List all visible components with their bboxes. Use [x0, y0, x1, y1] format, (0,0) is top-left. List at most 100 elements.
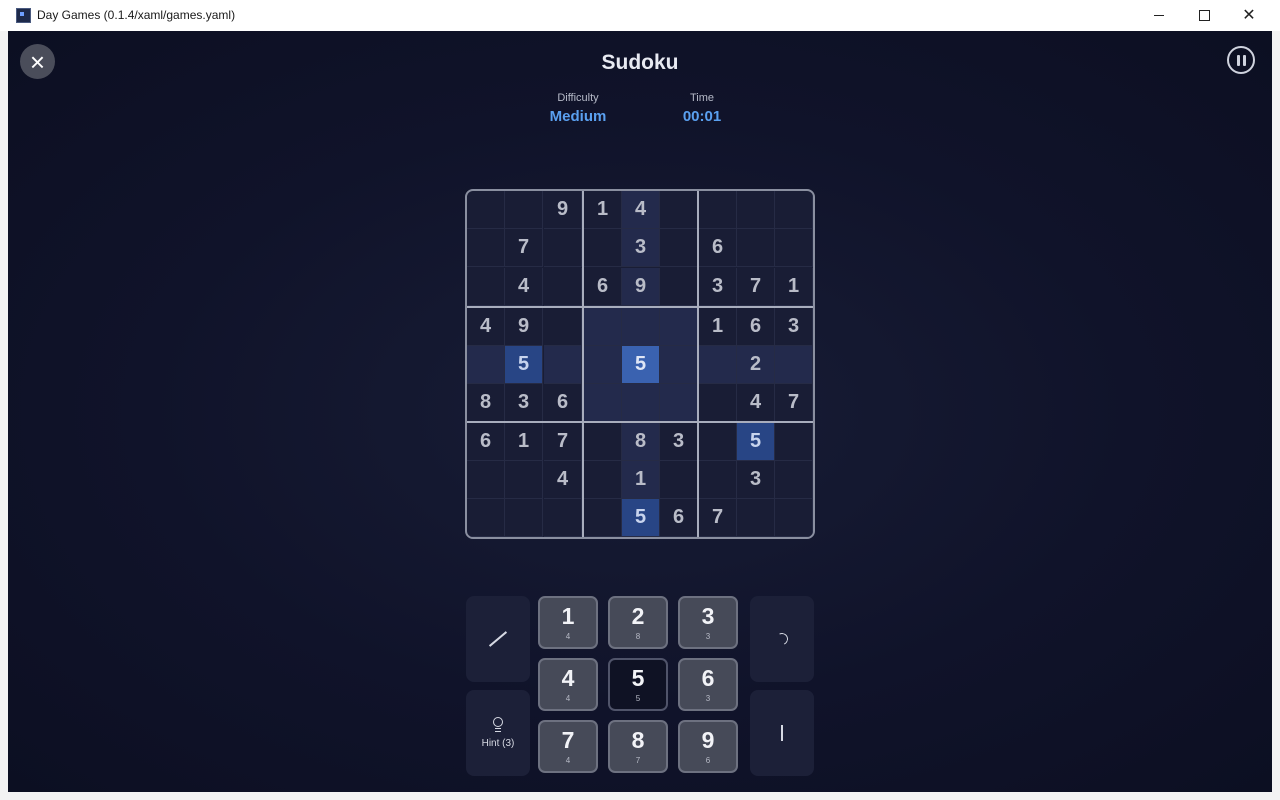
sudoku-cell-r3c3[interactable] [544, 268, 582, 306]
sudoku-cell-r6c8[interactable]: 4 [737, 384, 775, 422]
sudoku-cell-r9c6[interactable]: 6 [660, 499, 698, 537]
sudoku-cell-r4c8[interactable]: 6 [737, 308, 775, 346]
pencil-mode-button[interactable] [466, 596, 530, 682]
number-button-6[interactable]: 63 [678, 658, 738, 711]
undo-button[interactable] [750, 596, 814, 682]
sudoku-cell-r7c5[interactable]: 8 [622, 423, 660, 461]
sudoku-cell-r1c1[interactable] [467, 191, 505, 229]
sudoku-cell-r7c6[interactable]: 3 [660, 423, 698, 461]
sudoku-cell-r4c1[interactable]: 4 [467, 308, 505, 346]
sudoku-cell-r8c4[interactable] [584, 461, 622, 499]
sudoku-cell-r5c8[interactable]: 2 [737, 346, 775, 384]
sudoku-cell-r4c5[interactable] [622, 308, 660, 346]
sudoku-cell-r2c4[interactable] [584, 229, 622, 267]
number-button-5[interactable]: 55 [608, 658, 668, 711]
hint-button[interactable]: Hint (3) [466, 690, 530, 776]
sudoku-cell-r5c6[interactable] [660, 346, 698, 384]
number-button-4[interactable]: 44 [538, 658, 598, 711]
box-divider-vertical [697, 191, 699, 537]
sudoku-cell-r1c8[interactable] [737, 191, 775, 229]
sudoku-cell-r3c4[interactable]: 6 [584, 268, 622, 306]
sudoku-cell-r6c6[interactable] [660, 384, 698, 422]
sudoku-cell-r9c5[interactable]: 5 [622, 499, 660, 537]
sudoku-cell-r7c4[interactable] [584, 423, 622, 461]
sudoku-cell-r3c1[interactable] [467, 268, 505, 306]
sudoku-cell-r9c9[interactable] [775, 499, 813, 537]
sudoku-cell-r9c2[interactable] [505, 499, 543, 537]
sudoku-cell-r1c3[interactable]: 9 [544, 191, 582, 229]
sudoku-cell-r8c8[interactable]: 3 [737, 461, 775, 499]
sudoku-cell-r8c7[interactable] [699, 461, 737, 499]
sudoku-cell-r9c4[interactable] [584, 499, 622, 537]
sudoku-cell-r2c2[interactable]: 7 [505, 229, 543, 267]
erase-button[interactable] [750, 690, 814, 776]
sudoku-cell-r4c9[interactable]: 3 [775, 308, 813, 346]
sudoku-cell-r3c6[interactable] [660, 268, 698, 306]
sudoku-cell-r1c9[interactable] [775, 191, 813, 229]
sudoku-cell-r3c8[interactable]: 7 [737, 268, 775, 306]
number-button-7[interactable]: 74 [538, 720, 598, 773]
number-button-1[interactable]: 14 [538, 596, 598, 649]
sudoku-cell-r3c7[interactable]: 3 [699, 268, 737, 306]
sudoku-cell-r1c6[interactable] [660, 191, 698, 229]
sudoku-cell-r7c9[interactable] [775, 423, 813, 461]
number-button-9[interactable]: 96 [678, 720, 738, 773]
sudoku-cell-r3c9[interactable]: 1 [775, 268, 813, 306]
sudoku-cell-r6c4[interactable] [584, 384, 622, 422]
sudoku-cell-r4c7[interactable]: 1 [699, 308, 737, 346]
sudoku-cell-r3c5[interactable]: 9 [622, 268, 660, 306]
sudoku-cell-r1c7[interactable] [699, 191, 737, 229]
sudoku-cell-r6c2[interactable]: 3 [505, 384, 543, 422]
sudoku-cell-r7c3[interactable]: 7 [544, 423, 582, 461]
sudoku-cell-r2c8[interactable] [737, 229, 775, 267]
sudoku-cell-r8c2[interactable] [505, 461, 543, 499]
sudoku-cell-r8c9[interactable] [775, 461, 813, 499]
sudoku-cell-r3c2[interactable]: 4 [505, 268, 543, 306]
sudoku-cell-r5c2[interactable]: 5 [505, 346, 543, 384]
sudoku-cell-r8c3[interactable]: 4 [544, 461, 582, 499]
number-value: 7 [561, 726, 575, 753]
sudoku-cell-r2c7[interactable]: 6 [699, 229, 737, 267]
sudoku-cell-r2c3[interactable] [544, 229, 582, 267]
sudoku-cell-r4c6[interactable] [660, 308, 698, 346]
sudoku-cell-r4c2[interactable]: 9 [505, 308, 543, 346]
sudoku-cell-r6c5[interactable] [622, 384, 660, 422]
sudoku-cell-r8c5[interactable]: 1 [622, 461, 660, 499]
sudoku-cell-r4c3[interactable] [544, 308, 582, 346]
number-button-3[interactable]: 33 [678, 596, 738, 649]
sudoku-cell-r9c1[interactable] [467, 499, 505, 537]
sudoku-cell-r2c5[interactable]: 3 [622, 229, 660, 267]
sudoku-cell-r1c2[interactable] [505, 191, 543, 229]
sudoku-cell-r6c3[interactable]: 6 [544, 384, 582, 422]
sudoku-cell-r1c5[interactable]: 4 [622, 191, 660, 229]
sudoku-cell-r6c1[interactable]: 8 [467, 384, 505, 422]
number-value: 1 [561, 602, 575, 629]
sudoku-cell-r4c4[interactable] [584, 308, 622, 346]
number-button-8[interactable]: 87 [608, 720, 668, 773]
sudoku-cell-r5c9[interactable] [775, 346, 813, 384]
sudoku-cell-r5c4[interactable] [584, 346, 622, 384]
sudoku-cell-r6c9[interactable]: 7 [775, 384, 813, 422]
sudoku-cell-r2c1[interactable] [467, 229, 505, 267]
sudoku-cell-r6c7[interactable] [699, 384, 737, 422]
sudoku-cell-r9c7[interactable]: 7 [699, 499, 737, 537]
sudoku-cell-r2c9[interactable] [775, 229, 813, 267]
sudoku-cell-r8c1[interactable] [467, 461, 505, 499]
sudoku-cell-r8c6[interactable] [660, 461, 698, 499]
sudoku-cell-r7c8[interactable]: 5 [737, 423, 775, 461]
window-close-button[interactable]: ✕ [1226, 0, 1272, 31]
sudoku-cell-r2c6[interactable] [660, 229, 698, 267]
sudoku-cell-r7c2[interactable]: 1 [505, 423, 543, 461]
sudoku-cell-r9c8[interactable] [737, 499, 775, 537]
sudoku-cell-r9c3[interactable] [544, 499, 582, 537]
sudoku-cell-r7c7[interactable] [699, 423, 737, 461]
number-button-2[interactable]: 28 [608, 596, 668, 649]
sudoku-cell-r7c1[interactable]: 6 [467, 423, 505, 461]
sudoku-cell-r5c5[interactable]: 5 [622, 346, 660, 384]
sudoku-cell-r5c7[interactable] [699, 346, 737, 384]
minimize-button[interactable] [1136, 0, 1182, 31]
sudoku-cell-r5c3[interactable] [544, 346, 582, 384]
maximize-button[interactable] [1181, 0, 1227, 31]
sudoku-cell-r1c4[interactable]: 1 [584, 191, 622, 229]
sudoku-cell-r5c1[interactable] [467, 346, 505, 384]
